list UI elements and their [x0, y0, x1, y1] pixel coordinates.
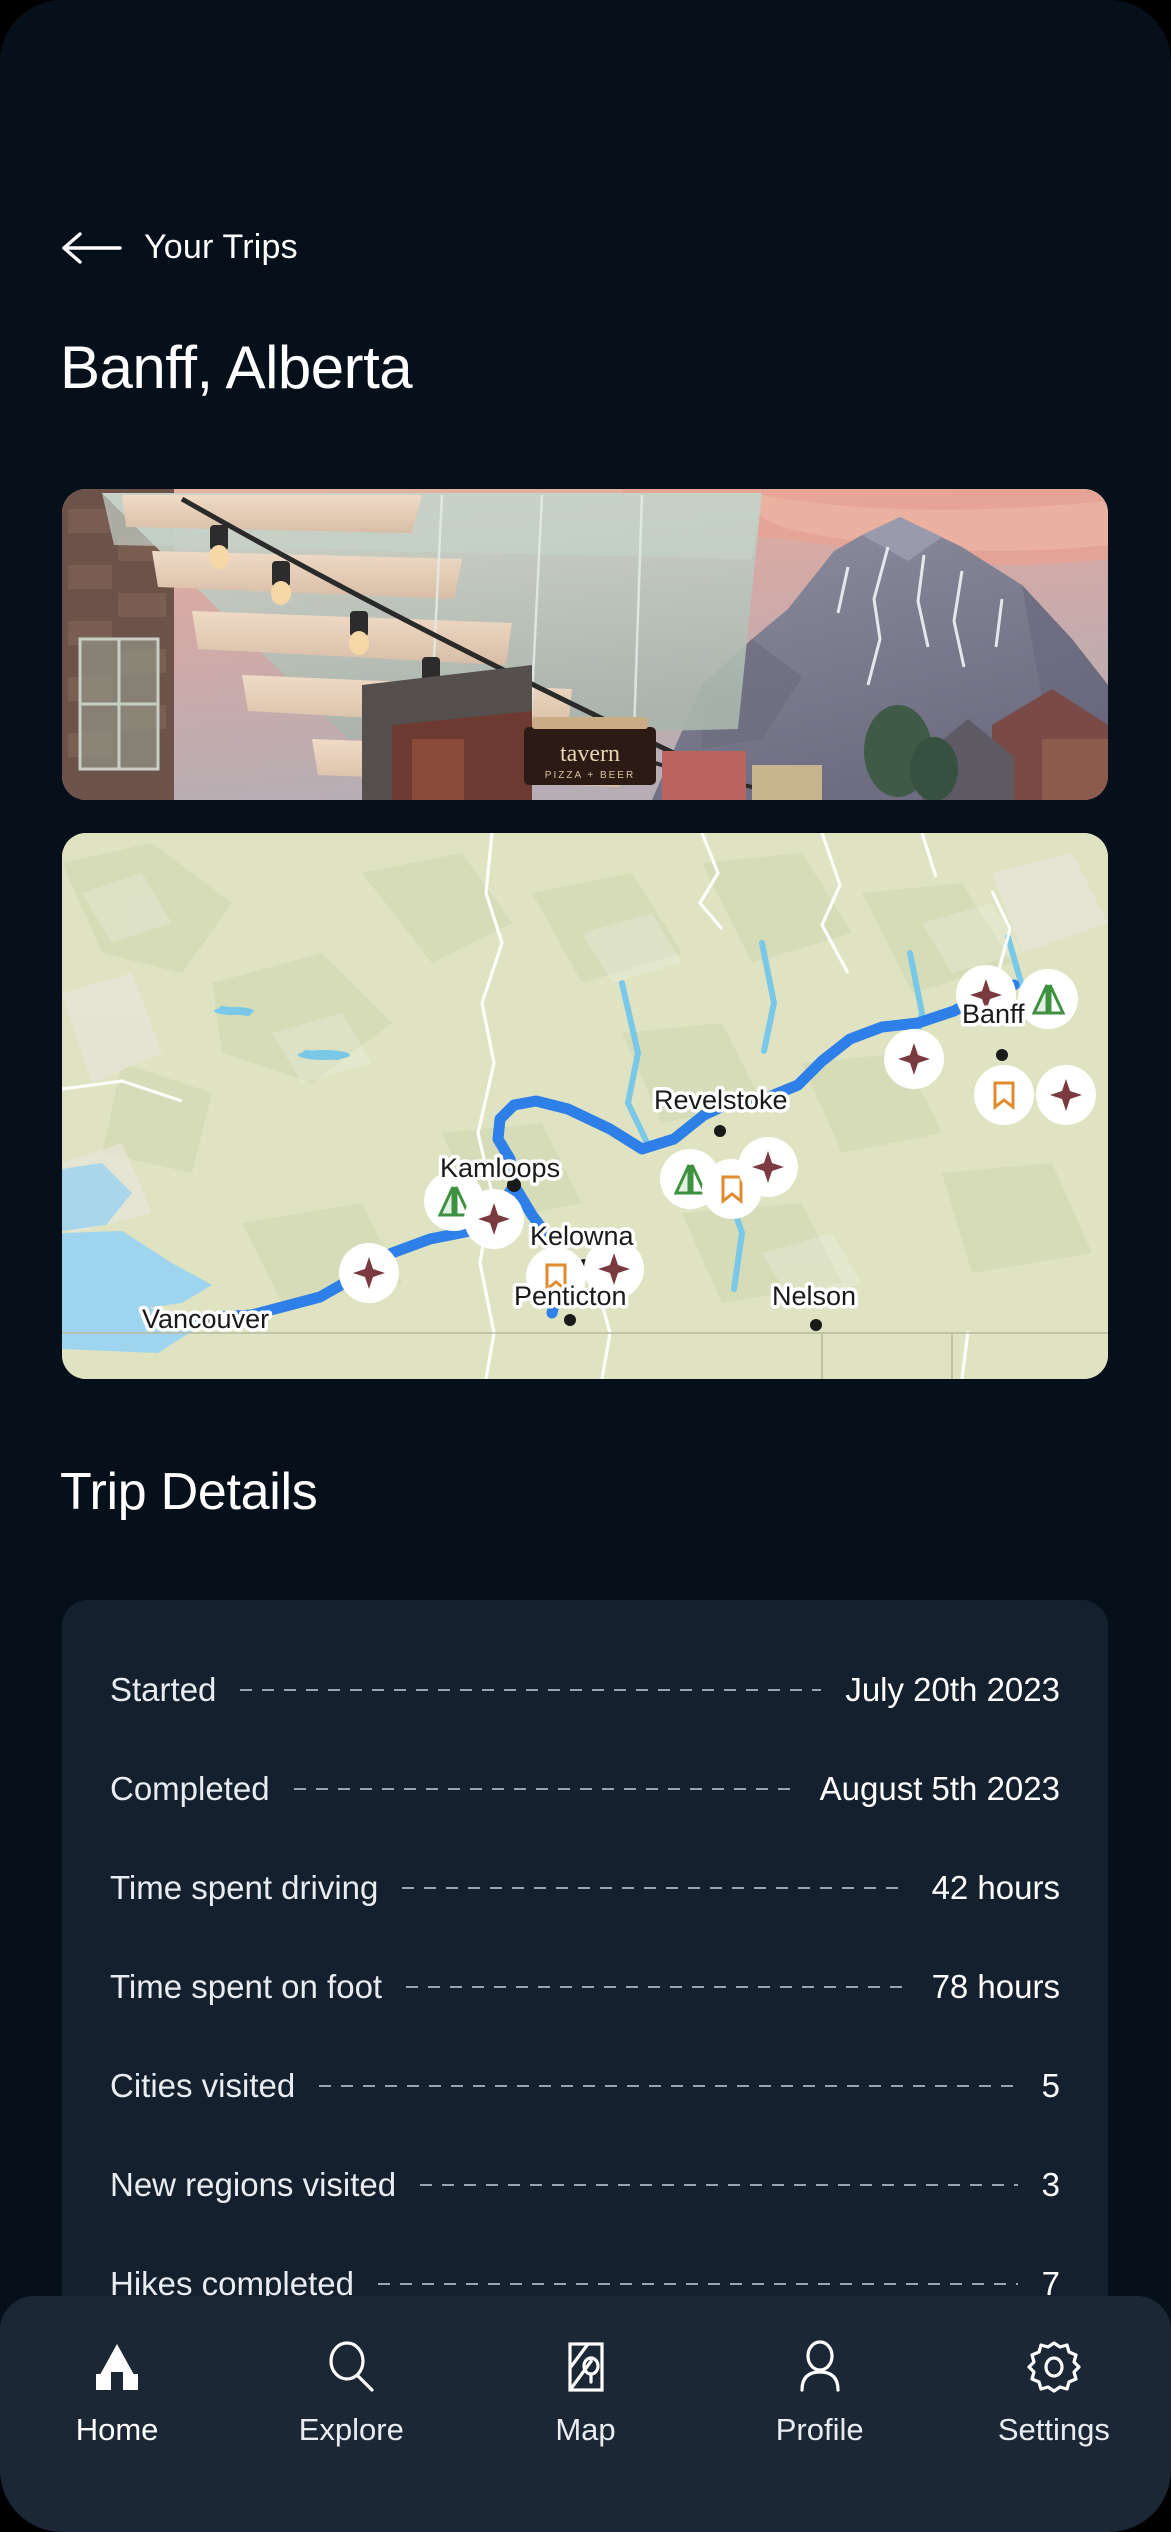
detail-value: 42 hours [931, 1868, 1060, 1906]
map-label-revelstoke: Revelstoke [654, 1085, 788, 1115]
detail-label: Time spent driving [110, 1868, 379, 1906]
nav-label: Map [555, 2412, 616, 2447]
breadcrumb: Your Trips [144, 228, 298, 266]
tavern-sign: tavern PIZZA + BEER [524, 717, 656, 785]
tavern-sign-subtext: PIZZA + BEER [545, 770, 635, 781]
map-label-nelson: Nelson [772, 1281, 856, 1311]
leader-line [319, 2084, 1018, 2087]
detail-label: Completed [110, 1769, 270, 1807]
nav-label: Profile [775, 2412, 864, 2447]
nav-item-map[interactable]: Map [490, 2338, 680, 2448]
trip-route-map[interactable]: Vancouver Kamloops Kelowna Penticton Rev… [62, 833, 1108, 1379]
arrow-left-icon[interactable] [62, 231, 122, 265]
detail-label: Cities visited [110, 2066, 296, 2104]
detail-value: 3 [1041, 2165, 1060, 2203]
table-row: New regions visited 3 [110, 2135, 1060, 2234]
table-row: Cities visited 5 [110, 2036, 1060, 2135]
leader-line [402, 1886, 908, 1889]
leader-line [293, 1787, 796, 1790]
table-row: Started July 20th 2023 [110, 1640, 1060, 1739]
detail-value: 5 [1041, 2066, 1060, 2104]
map-canvas[interactable]: Vancouver Kamloops Kelowna Penticton Rev… [62, 833, 1108, 1379]
map-label-banff: Banff [962, 999, 1025, 1029]
nav-item-explore[interactable]: Explore [256, 2338, 446, 2448]
nav-item-home[interactable]: Home [22, 2338, 212, 2448]
leader-line [420, 2183, 1018, 2186]
app-screen: Your Trips Banff, Alberta tavern PIZZA +… [0, 0, 1171, 2532]
nav-item-profile[interactable]: Profile [725, 2338, 915, 2448]
back-navigation[interactable]: Your Trips [62, 228, 298, 267]
detail-label: Time spent on foot [110, 1967, 383, 2005]
search-icon[interactable] [322, 2338, 380, 2396]
map-label-kelowna: Kelowna [530, 1221, 635, 1251]
hero-illustration: tavern PIZZA + BEER [62, 489, 1108, 800]
map-label-vancouver: Vancouver [142, 1304, 269, 1334]
nav-item-settings[interactable]: Settings [959, 2338, 1149, 2448]
nav-label: Settings [997, 2412, 1110, 2447]
bottom-navigation: Home Explore Map Profile Settings [0, 2296, 1171, 2532]
page-title: Banff, Alberta [60, 334, 413, 401]
table-row: Time spent driving 42 hours [110, 1838, 1060, 1937]
detail-value: July 20th 2023 [845, 1670, 1060, 1708]
tavern-sign-text: tavern [560, 741, 620, 767]
detail-value: 78 hours [931, 1967, 1060, 2005]
section-title-trip-details: Trip Details [60, 1463, 318, 1521]
detail-label: New regions visited [110, 2165, 397, 2203]
home-icon[interactable] [88, 2338, 146, 2396]
table-row: Completed August 5th 2023 [110, 1739, 1060, 1838]
nav-label: Explore [298, 2412, 404, 2447]
leader-line [377, 2282, 1018, 2285]
leader-line [406, 1985, 908, 1988]
detail-label: Started [110, 1670, 217, 1708]
table-row: Time spent on foot 78 hours [110, 1937, 1060, 2036]
nav-label: Home [75, 2412, 159, 2447]
detail-value: August 5th 2023 [819, 1769, 1060, 1807]
map-label-penticton: Penticton [514, 1281, 627, 1311]
trip-hero-image: tavern PIZZA + BEER [62, 489, 1108, 800]
map-pin-icon[interactable] [556, 2338, 614, 2396]
gear-icon[interactable] [1025, 2338, 1083, 2396]
map-label-kamloops: Kamloops [440, 1153, 560, 1183]
person-icon[interactable] [791, 2338, 849, 2396]
leader-line [240, 1688, 822, 1691]
